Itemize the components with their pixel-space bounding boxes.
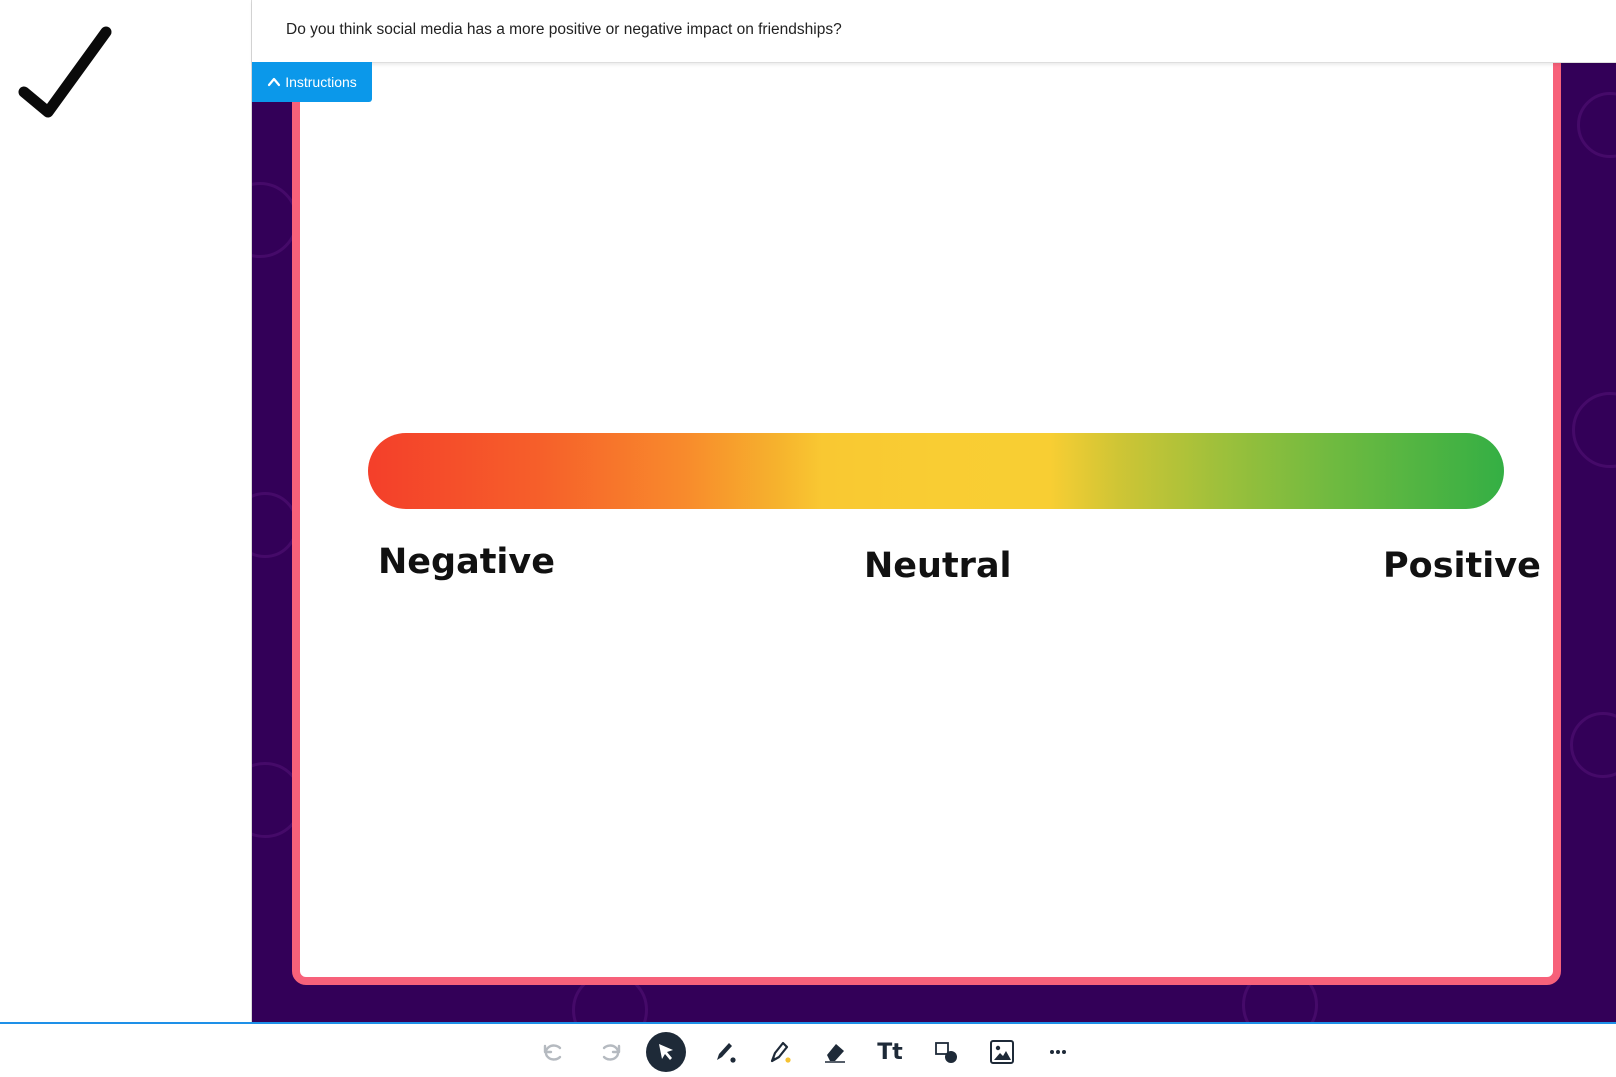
pen-tool-button[interactable] [705,1032,745,1072]
prompt-question: Do you think social media has a more pos… [286,21,842,38]
more-tools-button[interactable] [1038,1032,1078,1072]
sentiment-scale-bar [368,433,1504,509]
shapes-icon [935,1042,957,1063]
highlighter-tool-button[interactable] [760,1032,800,1072]
scale-label-neutral: Neutral [864,546,1012,586]
more-icon [1050,1050,1066,1054]
drawing-toolbar: Tt [0,1022,1616,1077]
eraser-tool-button[interactable] [815,1032,855,1072]
shapes-tool-button[interactable] [926,1032,966,1072]
instructions-button[interactable]: Instructions [252,62,372,102]
left-panel [0,0,252,1022]
background-doodle [1572,392,1616,468]
instructions-label: Instructions [285,74,357,90]
background-doodle [1577,92,1616,158]
background-doodle [1570,712,1616,778]
select-tool-button[interactable] [646,1032,686,1072]
chevron-up-icon [268,77,281,87]
slide-card[interactable] [292,62,1561,985]
checkmark-icon [18,26,112,118]
redo-button[interactable] [590,1032,630,1072]
image-tool-button[interactable] [982,1032,1022,1072]
undo-icon [543,1044,562,1061]
select-icon [659,1044,673,1060]
undo-button[interactable] [534,1032,574,1072]
image-icon [990,1040,1014,1064]
prompt-header: Do you think social media has a more pos… [252,0,1616,63]
text-icon: Tt [877,1039,903,1065]
text-tool-button[interactable]: Tt [870,1032,910,1072]
eraser-icon [825,1044,845,1063]
redo-icon [602,1044,621,1061]
scale-label-positive: Positive [1383,546,1541,586]
highlighter-icon [770,1041,791,1063]
pen-icon [717,1043,736,1063]
scale-label-negative: Negative [378,542,555,582]
